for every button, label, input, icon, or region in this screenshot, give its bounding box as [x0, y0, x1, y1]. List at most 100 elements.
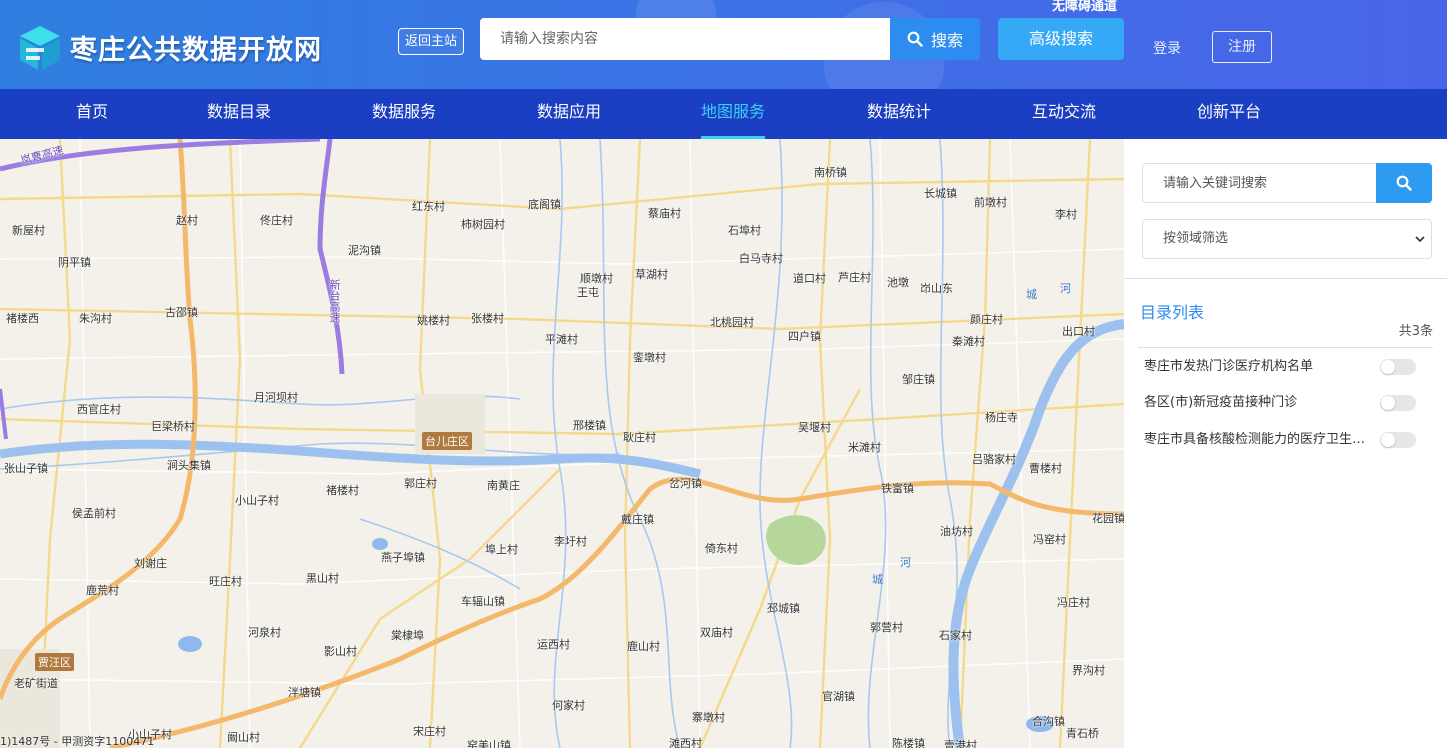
catalog-list-item: 枣庄市发热门诊医疗机构名单	[1144, 356, 1434, 378]
map-place-label: 冯庄村	[1057, 596, 1090, 609]
catalog-list-title: 目录列表	[1140, 303, 1205, 322]
map-place-label: 岔河镇	[669, 477, 702, 490]
map-place-label: 埠上村	[485, 543, 518, 556]
barrier-free-link[interactable]: 无障碍通道	[1052, 0, 1117, 14]
map-place-label: 滩西村	[669, 737, 702, 748]
map-place-label: 米滩村	[848, 441, 881, 454]
map-place-label: 耿庄村	[623, 431, 656, 444]
nav-item-home[interactable]: 首页	[76, 89, 108, 139]
catalog-item-label[interactable]: 枣庄市发热门诊医疗机构名单	[1144, 356, 1372, 378]
map-river-label: 河	[900, 556, 911, 569]
map-place-label: 褚楼西	[6, 312, 39, 325]
map-place-label: 南桥镇	[814, 166, 847, 179]
map-place-label: 旺庄村	[209, 575, 242, 588]
main-nav: 首页 数据目录 数据服务 数据应用 地图服务 数据统计 互动交流 创新平台	[0, 89, 1447, 139]
map-copyright: 1)1487号 - 甲测资字1100471	[0, 735, 155, 748]
map-place-label: 北桃园村	[710, 316, 754, 329]
nav-item-data-application[interactable]: 数据应用	[537, 89, 601, 139]
map-place-label: 宋庄村	[413, 725, 446, 738]
map-base	[0, 139, 1124, 748]
sidebar-divider	[1124, 278, 1447, 279]
right-sidebar: 按领域筛选 目录列表 共3条 枣庄市发热门诊医疗机构名单 各区(市)新冠疫苗接种…	[1124, 139, 1447, 748]
map-place-label: 鹿山村	[627, 640, 660, 653]
map-place-label: 赵村	[176, 214, 198, 227]
search-button-label: 搜索	[930, 31, 963, 50]
advanced-search-button[interactable]: 高级搜索	[998, 18, 1124, 60]
keyword-search-button[interactable]	[1376, 163, 1432, 203]
map-place-label: 白马寺村	[739, 252, 783, 265]
catalog-item-label[interactable]: 枣庄市具备核酸检测能力的医疗卫生机构	[1144, 429, 1372, 451]
map-place-label: 刘谢庄	[134, 557, 167, 570]
nav-item-map-service[interactable]: 地图服务	[701, 89, 766, 139]
keyword-search-input[interactable]	[1142, 163, 1376, 203]
cube-logo-icon[interactable]	[16, 24, 64, 72]
map-place-label: 石家村	[939, 629, 972, 642]
map-place-label: 邳城镇	[767, 602, 800, 615]
nav-item-innovation[interactable]: 创新平台	[1197, 89, 1261, 139]
map-river-label: 河	[1060, 282, 1071, 295]
map-river-label: 城	[872, 573, 883, 586]
map-place-label: 道口村	[793, 272, 826, 285]
map-place-label: 秦滩村	[952, 335, 985, 348]
map-place-label: 南黄庄	[487, 479, 520, 492]
domain-filter-select[interactable]: 按领域筛选	[1142, 219, 1432, 259]
search-input[interactable]	[480, 18, 890, 60]
map-place-label: 阴平镇	[58, 256, 91, 269]
map-place-label: 寨墩村	[692, 711, 725, 724]
map-place-label: 河泉村	[248, 626, 281, 639]
map-place-label: 合沟镇	[1032, 715, 1065, 728]
map-place-label: 芦庄村	[838, 271, 871, 284]
catalog-item-toggle[interactable]	[1380, 359, 1416, 375]
map-place-label: 褚楼村	[326, 484, 359, 497]
map-place-label: 池墩	[887, 276, 909, 289]
nav-item-data-catalog[interactable]: 数据目录	[207, 89, 271, 139]
map-place-label: 车辐山镇	[461, 595, 505, 608]
chevron-down-icon	[1415, 236, 1425, 243]
toggle-knob	[1381, 396, 1395, 410]
map-place-label: 邢楼镇	[573, 419, 606, 432]
map-place-label: 出口村	[1062, 325, 1095, 338]
map-place-label: 杨庄寺	[985, 411, 1018, 424]
catalog-list-item: 枣庄市具备核酸检测能力的医疗卫生机构	[1144, 429, 1434, 451]
map-river-label: 城	[1026, 288, 1037, 301]
map-place-label: 长城镇	[924, 187, 957, 200]
search-icon	[1396, 175, 1412, 191]
login-link[interactable]: 登录	[1153, 38, 1181, 58]
map-place-label: 西官庄村	[77, 403, 121, 416]
map-place-label: 銮墩村	[633, 351, 666, 364]
map-place-label: 阚山村	[227, 731, 260, 744]
map-view[interactable]: 岚曹高速 新台高速 台儿庄区 贾汪区 城 河 河 城 南桥镇 长城镇 前墩村 李…	[0, 139, 1124, 748]
map-place-label: 月河坝村	[254, 391, 298, 404]
register-button[interactable]: 注册	[1212, 31, 1272, 63]
map-place-label: 李村	[1055, 208, 1077, 221]
map-place-label: 戴庄镇	[621, 513, 654, 526]
map-place-label: 巨梁桥村	[151, 420, 195, 433]
back-home-button[interactable]: 返回主站	[398, 28, 465, 55]
map-place-label: 郭营村	[870, 621, 903, 634]
catalog-item-toggle[interactable]	[1380, 432, 1416, 448]
map-place-label: 四户镇	[788, 330, 821, 343]
domain-filter-value: 按领域筛选	[1163, 231, 1229, 246]
nav-item-data-statistics[interactable]: 数据统计	[867, 89, 931, 139]
catalog-item-label[interactable]: 各区(市)新冠疫苗接种门诊	[1144, 392, 1372, 414]
map-place-label: 石埠村	[728, 224, 761, 237]
map-place-label: 运西村	[537, 638, 570, 651]
catalog-item-toggle[interactable]	[1380, 395, 1416, 411]
map-place-label: 官湖镇	[822, 690, 855, 703]
nav-item-data-service[interactable]: 数据服务	[372, 89, 436, 139]
search-button[interactable]: 搜索	[890, 18, 980, 60]
map-place-label: 鹿荒村	[86, 584, 119, 597]
map-place-label: 吕骆家村	[972, 453, 1016, 466]
site-title[interactable]: 枣庄公共数据开放网	[70, 28, 322, 67]
map-place-label: 吴堰村	[798, 421, 831, 434]
nav-item-interaction[interactable]: 互动交流	[1032, 89, 1096, 139]
map-place-label: 前墩村	[974, 196, 1007, 209]
map-place-label: 李圩村	[554, 535, 587, 548]
map-place-label: 铁富镇	[881, 482, 914, 495]
map-place-label: 陈楼镇	[892, 737, 925, 748]
map-place-label: 张楼村	[471, 312, 504, 325]
map-place-label: 泥沟镇	[348, 244, 381, 257]
map-place-label: 棠棣埠	[391, 629, 424, 642]
map-place-label: 倚东村	[705, 542, 738, 555]
map-place-label: 双庙村	[700, 626, 733, 639]
